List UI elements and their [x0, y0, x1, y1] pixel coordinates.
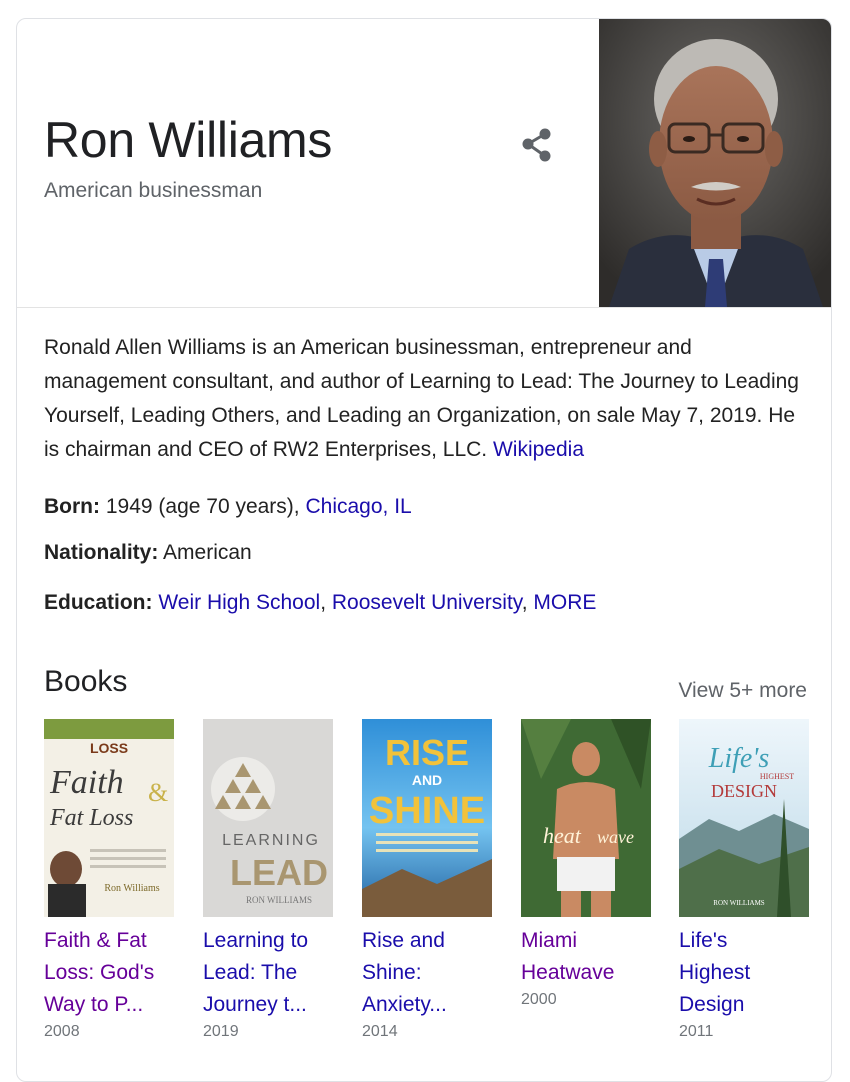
book-card[interactable]: LOSS Faith Fat Loss & Ron Williams Faith… [44, 719, 176, 1041]
book-card[interactable]: LEARNING LEAD RON WILLIAMS Learning to L… [203, 719, 335, 1041]
entity-subtitle: American businessman [44, 179, 263, 202]
svg-text:LOSS: LOSS [90, 740, 128, 756]
svg-text:LEAD: LEAD [230, 852, 328, 893]
svg-text:RON WILLIAMS: RON WILLIAMS [713, 899, 765, 907]
nationality-value: American [163, 541, 252, 564]
book-year: 2000 [521, 991, 557, 1008]
book-year: 2011 [679, 1023, 714, 1040]
book-title-faith-fat-loss[interactable]: Faith & Fat Loss: God's Way to P... [44, 925, 176, 1021]
book-card[interactable]: RISE AND SHINE Rise and Shine: Anxiety..… [362, 719, 494, 1041]
knowledge-panel: Ron Williams American businessman Ronald… [16, 18, 832, 1082]
books-heading: Books [44, 665, 128, 698]
svg-text:Life's: Life's [708, 743, 770, 774]
book-cover-lifes-highest-design[interactable]: Life's HIGHEST DESIGN RON WILLIAMS [679, 719, 809, 917]
book-title-lifes-highest-design[interactable]: Life's Highest Design [679, 925, 811, 1021]
book-title-learning-to-lead[interactable]: Learning to Lead: The Journey t... [203, 925, 335, 1021]
share-icon[interactable] [517, 125, 557, 165]
entity-description: Ronald Allen Williams is an American bus… [44, 331, 814, 467]
svg-text:&: & [148, 778, 168, 807]
fact-education: Education: Weir High School, Roosevelt U… [44, 591, 597, 614]
education-link-weir[interactable]: Weir High School [158, 591, 320, 614]
entity-photo[interactable] [599, 19, 831, 307]
svg-text:Faith: Faith [49, 764, 124, 801]
book-cover-learning-to-lead[interactable]: LEARNING LEAD RON WILLIAMS [203, 719, 333, 917]
book-year: 2014 [362, 1023, 398, 1040]
born-value: 1949 (age 70 years), [105, 495, 300, 518]
book-year: 2019 [203, 1023, 239, 1040]
svg-text:DESIGN: DESIGN [711, 781, 777, 801]
svg-text:RON WILLIAMS: RON WILLIAMS [246, 895, 312, 905]
svg-text:wave: wave [597, 827, 634, 847]
fact-born: Born: 1949 (age 70 years), Chicago, IL [44, 495, 412, 519]
view-more-books-link[interactable]: View 5+ more [678, 679, 807, 703]
description-text: Ronald Allen Williams is an American bus… [44, 336, 799, 461]
wikipedia-link[interactable]: Wikipedia [493, 438, 584, 461]
book-card[interactable]: Life's HIGHEST DESIGN RON WILLIAMS Life'… [679, 719, 811, 1041]
svg-text:heat: heat [543, 823, 582, 848]
svg-text:RISE: RISE [385, 732, 469, 773]
birthplace-link[interactable]: Chicago, IL [305, 495, 411, 518]
book-card[interactable]: heat wave Miami Heatwave 2000 [521, 719, 653, 1009]
book-title-miami-heatwave[interactable]: Miami Heatwave [521, 925, 653, 989]
fact-nationality: Nationality: American [44, 541, 252, 565]
born-label: Born: [44, 495, 100, 518]
book-cover-miami-heatwave[interactable]: heat wave [521, 719, 651, 917]
education-more-link[interactable]: MORE [533, 591, 596, 614]
book-title-rise-and-shine[interactable]: Rise and Shine: Anxiety... [362, 925, 494, 1021]
svg-text:Fat Loss: Fat Loss [49, 805, 133, 831]
education-link-roosevelt[interactable]: Roosevelt University [332, 591, 522, 614]
book-cover-rise-and-shine[interactable]: RISE AND SHINE [362, 719, 492, 917]
svg-text:SHINE: SHINE [369, 790, 485, 832]
book-cover-faith-fat-loss[interactable]: LOSS Faith Fat Loss & Ron Williams [44, 719, 174, 917]
svg-text:HIGHEST: HIGHEST [760, 772, 794, 781]
svg-text:LEARNING: LEARNING [222, 832, 320, 849]
panel-header: Ron Williams American businessman [17, 19, 831, 308]
entity-title: Ron Williams [44, 112, 333, 168]
svg-text:Ron Williams: Ron Williams [104, 883, 159, 894]
nationality-label: Nationality: [44, 541, 159, 564]
education-label: Education: [44, 591, 153, 614]
svg-text:AND: AND [412, 772, 442, 788]
book-year: 2008 [44, 1023, 80, 1040]
